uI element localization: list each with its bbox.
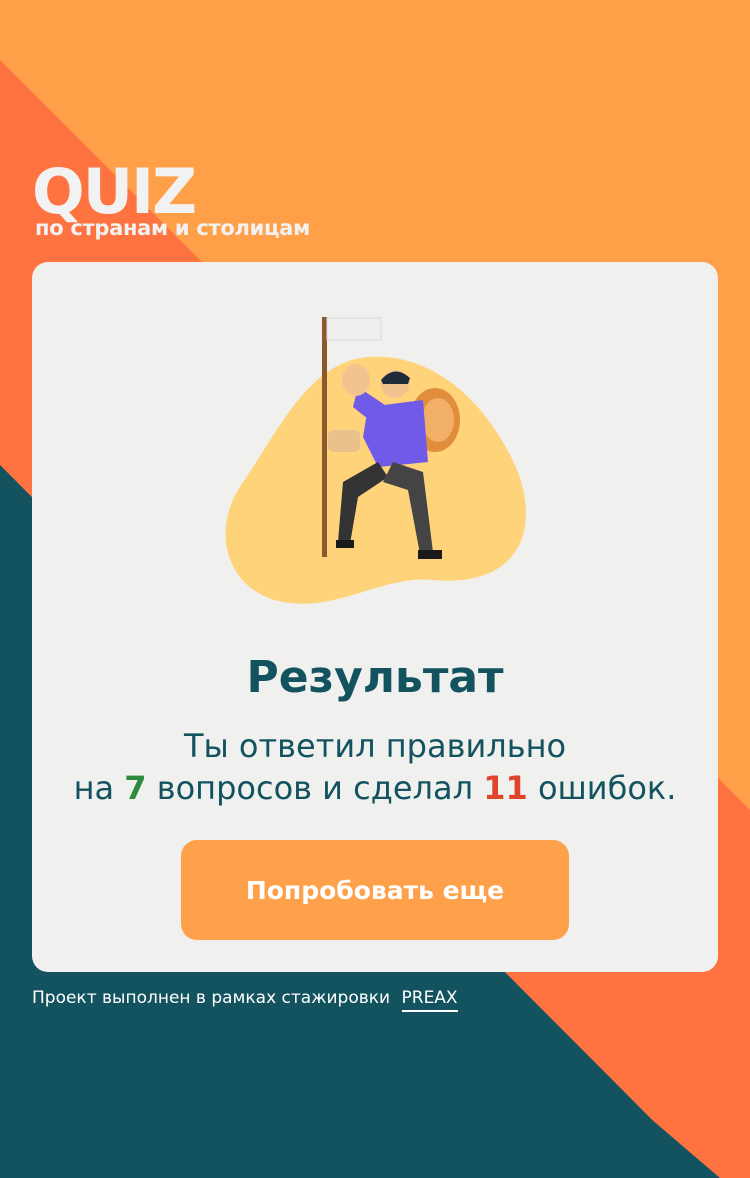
result-line-2: на 7 вопросов и сделал 11 ошибок. (32, 767, 718, 809)
result-prefix: на (73, 769, 115, 807)
preax-link[interactable]: PREAX (401, 988, 458, 1012)
hiker-with-flag-illustration (225, 317, 527, 604)
quiz-logo: QUIZ по странам и столицам (32, 155, 310, 241)
result-suffix-space (528, 769, 538, 807)
result-line-1: Ты ответил правильно (183, 727, 567, 765)
result-title: Результат (246, 652, 504, 703)
logo-subtitle: по странам и столицам (35, 216, 310, 240)
correct-count: 7 (124, 769, 147, 807)
wrong-count: 11 (483, 769, 528, 807)
footer-text: Проект выполнен в рамках стажировки (32, 988, 391, 1008)
result-summary: Ты ответил правильно на 7 вопросов и сде… (32, 725, 718, 809)
logo-title: QUIZ (32, 155, 197, 228)
retry-button[interactable]: Попробовать еще (181, 840, 569, 940)
result-suffix: ошибок. (537, 769, 677, 807)
result-middle: вопросов и сделал (156, 769, 474, 807)
footer: Проект выполнен в рамках стажировки PREA… (32, 988, 458, 1012)
result-card: Результат Ты ответил правильно на 7 вопр… (32, 262, 718, 972)
